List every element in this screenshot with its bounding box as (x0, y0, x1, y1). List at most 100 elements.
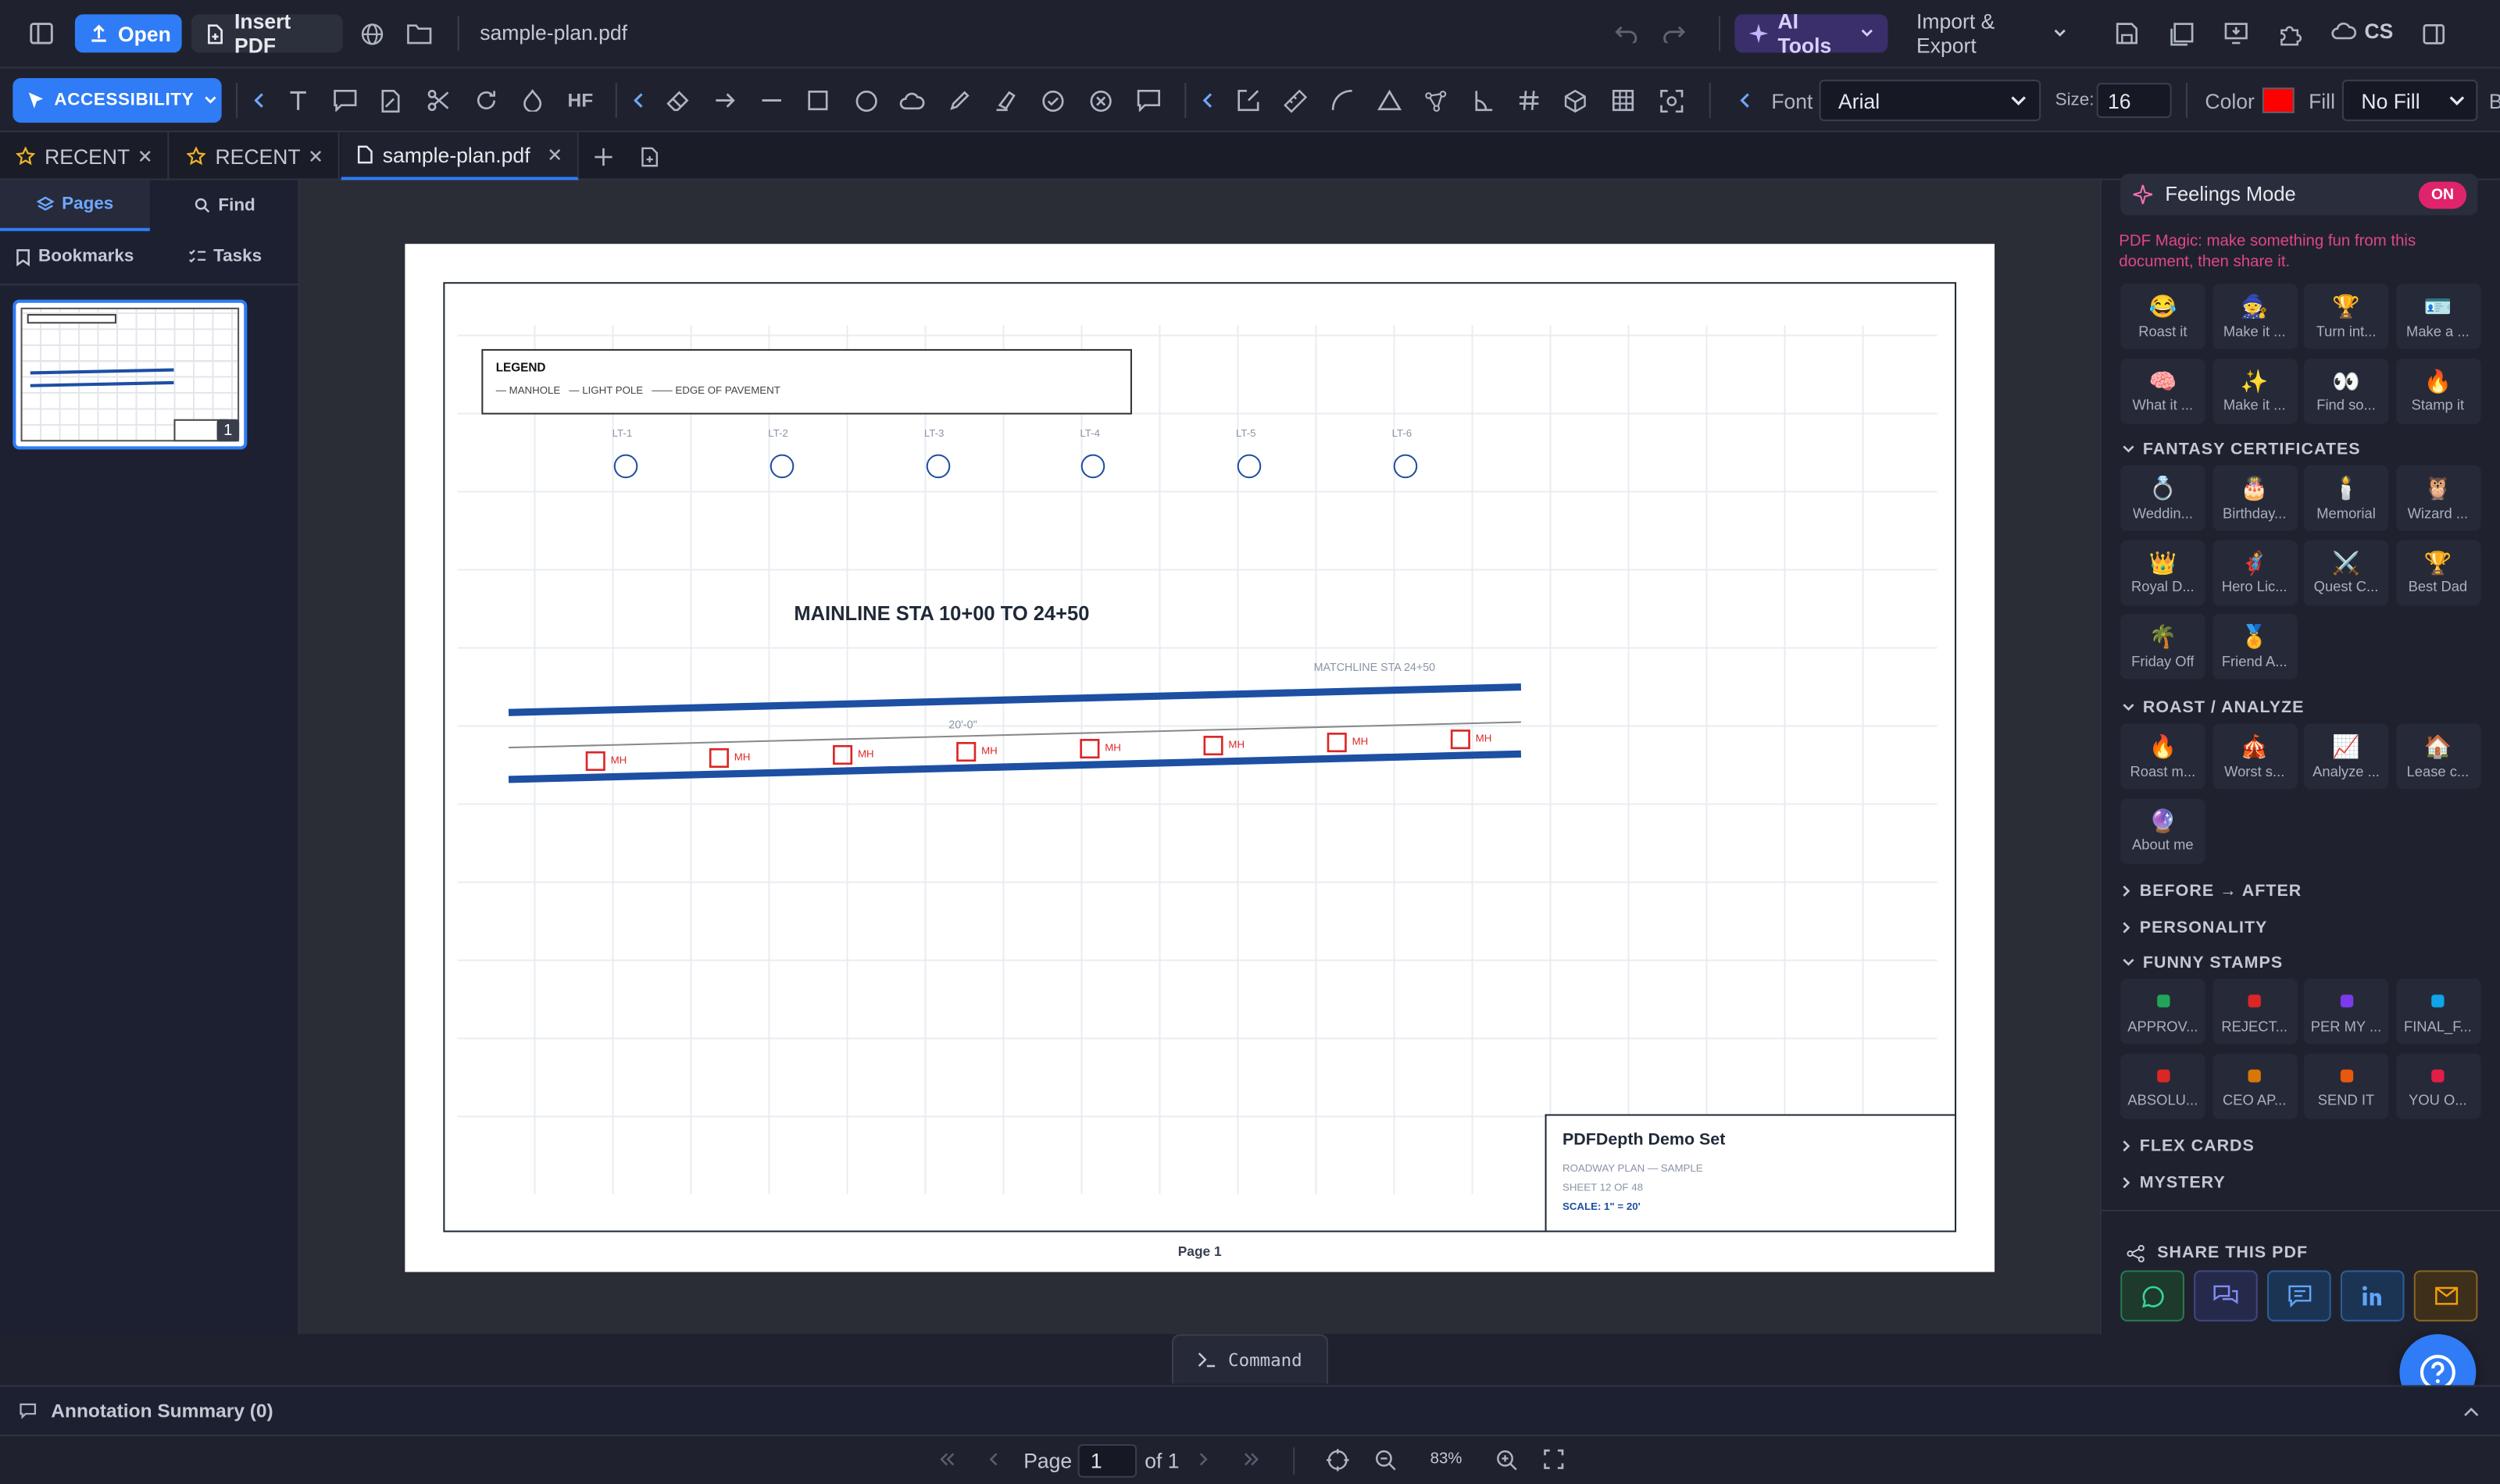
table-icon[interactable] (1605, 83, 1641, 118)
roast-analyze-header[interactable]: ROAST / ANALYZE (2122, 698, 2304, 717)
hash-icon[interactable] (1512, 83, 1547, 118)
chevron-left-icon[interactable] (241, 83, 276, 118)
page-number-input[interactable]: 1 (1077, 1443, 1138, 1478)
font-select[interactable]: Arial (1819, 80, 2041, 122)
fill-select[interactable]: No Fill (2341, 80, 2478, 122)
action-tile[interactable]: PER MY ... (2303, 979, 2389, 1044)
cloud-account[interactable]: CS (2331, 19, 2393, 43)
tab-recent-1[interactable]: RECENT (0, 132, 170, 180)
arc-icon[interactable] (1325, 83, 1360, 118)
first-page-icon[interactable] (939, 1452, 955, 1466)
panel-right-icon[interactable] (2419, 19, 2448, 48)
action-tile[interactable]: 📈 Analyze ... (2303, 723, 2389, 790)
feelings-mode-toggle[interactable]: ON (2418, 180, 2467, 209)
scissors-icon[interactable] (421, 83, 456, 118)
action-tile[interactable]: 🕯️ Memorial (2303, 465, 2389, 531)
save-as-icon[interactable] (2166, 19, 2195, 48)
color-swatch[interactable] (2262, 87, 2295, 113)
action-tile[interactable]: 🔥 Stamp it (2395, 358, 2480, 423)
eraser-icon[interactable] (660, 83, 695, 118)
tab-sample-plan[interactable]: sample-plan.pdf (341, 132, 579, 180)
action-tile[interactable]: REJECT... (2212, 979, 2297, 1044)
last-page-icon[interactable] (1244, 1452, 1259, 1466)
open-button[interactable]: Open (74, 14, 182, 53)
close-icon[interactable] (548, 148, 561, 161)
personality-header[interactable]: PERSONALITY (2122, 919, 2267, 937)
polyline-icon[interactable] (1417, 83, 1452, 118)
zoom-out-icon[interactable] (1374, 1449, 1397, 1472)
arrow-icon[interactable] (708, 83, 743, 118)
find-tab[interactable]: Find (150, 180, 300, 231)
font-size-input[interactable]: 16 (2096, 83, 2172, 119)
ai-tools-button[interactable]: AI Tools (1734, 9, 1888, 57)
action-tile[interactable]: 🦸 Hero Lic... (2212, 539, 2297, 605)
zoom-in-icon[interactable] (1495, 1449, 1518, 1472)
share-chat-button[interactable] (2194, 1270, 2258, 1322)
action-tile[interactable]: 🏠 Lease c... (2395, 723, 2480, 790)
redo-icon[interactable] (1659, 19, 1688, 48)
tab-recent-2[interactable]: RECENT (170, 132, 340, 180)
action-tile[interactable]: 🪪 Make a ... (2395, 284, 2480, 349)
triangle-icon[interactable] (1371, 83, 1406, 118)
share-email-button[interactable] (2413, 1270, 2478, 1322)
next-page-icon[interactable] (1199, 1452, 1209, 1466)
prev-page-icon[interactable] (988, 1452, 998, 1466)
save-icon[interactable] (2112, 19, 2141, 48)
sign-file-icon[interactable] (373, 83, 409, 118)
tasks-tab[interactable]: Tasks (150, 231, 300, 282)
close-icon[interactable] (310, 150, 323, 162)
flex-cards-header[interactable]: FLEX CARDS (2122, 1136, 2255, 1156)
before-after-header[interactable]: BEFORE → AFTER (2122, 882, 2302, 901)
action-tile[interactable]: 👀 Find so... (2303, 358, 2389, 423)
action-tile[interactable]: ABSOLU... (2120, 1052, 2205, 1118)
rotate-icon[interactable] (469, 83, 504, 118)
ruler-icon[interactable] (1277, 83, 1312, 118)
action-tile[interactable]: 🌴 Friday Off (2120, 613, 2205, 680)
text-icon[interactable] (280, 83, 316, 118)
x-circle-icon[interactable] (1083, 83, 1118, 118)
chevron-left-icon[interactable] (1189, 83, 1224, 118)
share-message-button[interactable] (2267, 1270, 2331, 1322)
import-export-button[interactable]: Import & Export (1902, 9, 2081, 57)
rectangle-icon[interactable] (800, 83, 835, 118)
new-document-icon[interactable] (638, 145, 660, 168)
highlighter-icon[interactable] (988, 83, 1023, 118)
action-tile[interactable]: 🏆 Best Dad (2395, 539, 2480, 605)
action-tile[interactable]: 🧠 What it ... (2120, 358, 2205, 423)
circle-icon[interactable] (848, 83, 884, 118)
document-canvas[interactable]: LEGEND — MANHOLE — LIGHT POLE —— EDGE OF… (299, 180, 2100, 1335)
action-tile[interactable]: ✨ Make it ... (2212, 358, 2297, 423)
chevron-left-icon[interactable] (620, 83, 655, 118)
feelings-mode-row[interactable]: Feelings Mode ON (2120, 173, 2478, 216)
close-icon[interactable] (139, 150, 152, 162)
scan-icon[interactable] (1653, 83, 1688, 118)
undo-icon[interactable] (1612, 19, 1641, 48)
insert-pdf-button[interactable]: Insert PDF (191, 9, 343, 57)
check-circle-icon[interactable] (1034, 83, 1070, 118)
action-tile[interactable]: 🧙 Make it ... (2212, 284, 2297, 349)
action-tile[interactable]: 😂 Roast it (2120, 284, 2205, 349)
action-tile[interactable]: 🎂 Birthday... (2212, 465, 2297, 531)
header-footer-tool[interactable]: HF (561, 83, 599, 118)
angle-icon[interactable] (1465, 83, 1500, 118)
line-icon[interactable] (754, 83, 789, 118)
action-tile[interactable]: ⚔️ Quest C... (2303, 539, 2389, 605)
page-thumbnail[interactable]: 1 (12, 299, 248, 450)
sidebar-toggle-icon[interactable] (27, 19, 56, 48)
chevron-left-icon[interactable] (1727, 83, 1762, 118)
funny-stamps-header[interactable]: FUNNY STAMPS (2122, 953, 2283, 972)
edit-box-icon[interactable] (1230, 83, 1266, 118)
redact-icon[interactable] (515, 83, 550, 118)
accessibility-button[interactable]: ACCESSIBILITY (12, 77, 222, 123)
fullscreen-icon[interactable] (1543, 1449, 1564, 1470)
action-tile[interactable]: APPROV... (2120, 979, 2205, 1044)
annotation-summary-bar[interactable]: Annotation Summary (0) (0, 1385, 2500, 1435)
action-tile[interactable]: SEND IT (2303, 1052, 2389, 1118)
action-tile[interactable]: 🏅 Friend A... (2212, 613, 2297, 680)
share-whatsapp-button[interactable] (2120, 1270, 2184, 1322)
action-tile[interactable]: FINAL_F... (2395, 979, 2480, 1044)
pencil-icon[interactable] (942, 83, 977, 118)
action-tile[interactable]: CEO AP... (2212, 1052, 2297, 1118)
fantasy-certificates-header[interactable]: FANTASY CERTIFICATES (2122, 440, 2360, 459)
new-tab-plus-icon[interactable] (591, 145, 614, 168)
